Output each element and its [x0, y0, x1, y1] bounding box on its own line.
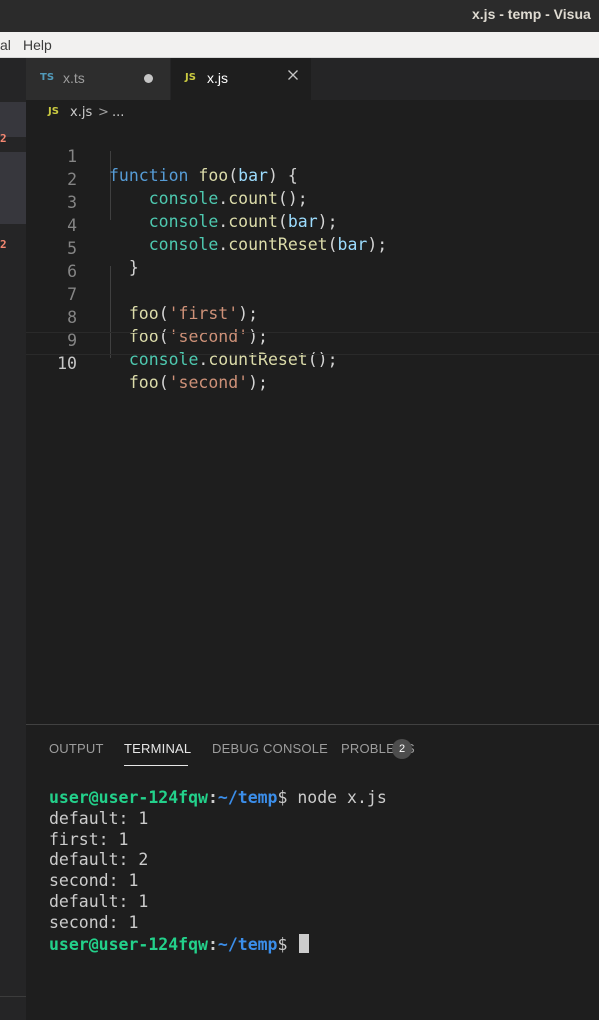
window-title: x.js - temp - Visua: [472, 6, 591, 22]
terminal-output[interactable]: user@user-124fqw:~/temp$ node x.js defaul…: [49, 788, 387, 955]
breadcrumb-file[interactable]: x.js: [70, 105, 92, 120]
terminal-line: user@user-124fqw:~/temp$: [49, 933, 387, 956]
sidebar: 2 2: [0, 58, 26, 1020]
sidebar-row-selected[interactable]: [0, 152, 26, 224]
prompt-separator: :: [207, 934, 218, 954]
prompt-path: ~/temp: [217, 788, 278, 807]
javascript-file-icon: JS: [185, 72, 196, 83]
tab-x-ts[interactable]: TS x.ts: [26, 58, 171, 100]
active-tab-indicator: [124, 765, 188, 766]
chevron-right-icon: >: [98, 105, 109, 120]
menu-item-help[interactable]: Help: [23, 37, 52, 53]
code-text: foo('second');: [128, 373, 268, 392]
sidebar-error-count: 2: [0, 238, 7, 251]
editor-tab-bar: TS x.ts JS x.js: [26, 58, 599, 100]
code-line[interactable]: 9 console.countReset();: [26, 310, 599, 369]
breadcrumb-symbols[interactable]: ...: [112, 105, 124, 120]
problems-count-badge: 2: [392, 739, 412, 759]
code-line[interactable]: 7 foo('first');: [26, 264, 599, 323]
menu-item-terminal[interactable]: al: [0, 37, 11, 53]
code-line[interactable]: 2 console.count();: [26, 149, 599, 208]
code-line[interactable]: 4 console.countReset(bar);: [26, 195, 599, 254]
window-title-bar: x.js - temp - Visua: [0, 0, 599, 32]
sidebar-divider: [0, 996, 26, 997]
tab-debug-console[interactable]: DEBUG CONSOLE: [212, 741, 328, 756]
terminal-line: default: 1: [49, 891, 149, 911]
terminal-line: default: 2: [49, 850, 149, 870]
code-line[interactable]: 8 foo('second');: [26, 287, 599, 346]
prompt-user: user@user-124fqw: [49, 788, 208, 807]
tab-x-js[interactable]: JS x.js: [171, 58, 311, 100]
prompt-suffix: $: [277, 934, 298, 954]
tab-output[interactable]: OUTPUT: [49, 741, 104, 756]
close-icon[interactable]: [285, 67, 301, 83]
bottom-panel: OUTPUT TERMINAL DEBUG CONSOLE PROBLEMS 2…: [26, 724, 599, 1020]
terminal-line: user@user-124fqw:~/temp$ node x.js: [49, 788, 387, 809]
terminal-line: second: 1: [49, 871, 139, 891]
prompt-suffix: $: [277, 788, 298, 807]
breadcrumb: JS x.js > ...: [26, 100, 599, 124]
code-line[interactable]: 6: [26, 241, 599, 281]
code-editor[interactable]: 1 function foo(bar) { 2 console.count();…: [26, 124, 599, 724]
unsaved-dot-icon[interactable]: [144, 74, 153, 83]
sidebar-error-count: 2: [0, 132, 7, 145]
typescript-file-icon: TS: [40, 72, 55, 83]
tab-label: x.js: [207, 70, 228, 86]
code-line[interactable]: 1 function foo(bar) {: [26, 126, 599, 185]
terminal-cursor: [299, 933, 310, 953]
line-number: 10: [57, 354, 77, 373]
tab-label: x.ts: [63, 70, 85, 86]
terminal-command: node x.js: [297, 788, 387, 807]
prompt-user: user@user-124fqw: [49, 934, 208, 954]
prompt-separator: :: [207, 788, 218, 807]
code-line[interactable]: 5 }: [26, 218, 599, 277]
tab-terminal[interactable]: TERMINAL: [124, 741, 191, 756]
menu-bar: al Help: [0, 32, 599, 58]
code-line[interactable]: 3 console.count(bar);: [26, 172, 599, 231]
terminal-line: first: 1: [49, 829, 129, 849]
code-line-current[interactable]: 10 foo('second');: [26, 332, 599, 392]
javascript-file-icon: JS: [48, 106, 59, 117]
prompt-path: ~/temp: [217, 934, 278, 954]
terminal-line: default: 1: [49, 808, 149, 828]
terminal-line: second: 1: [49, 912, 139, 932]
